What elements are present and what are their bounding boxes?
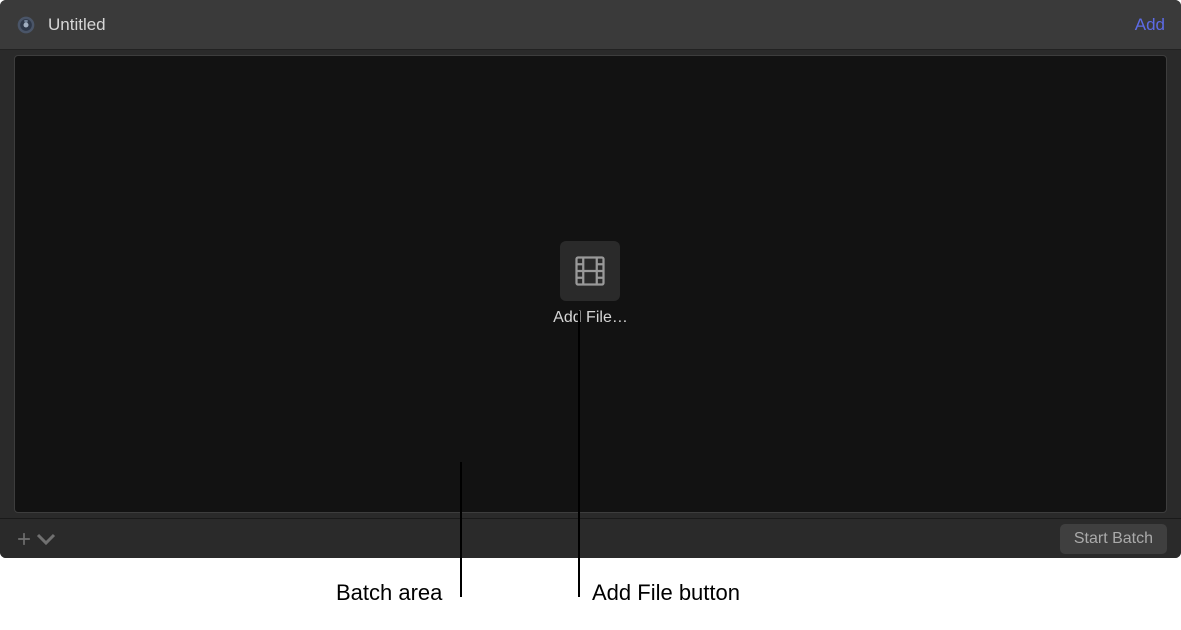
plus-icon: [14, 529, 34, 549]
add-file-button[interactable]: Add File…: [553, 241, 628, 327]
compressor-window: Untitled Add Add File…: [0, 0, 1181, 558]
app-icon: [16, 15, 36, 35]
callout-label-batch-area: Batch area: [336, 580, 442, 606]
film-icon: [560, 241, 620, 301]
window-footer: Start Batch: [0, 518, 1181, 558]
callout-label-add-file: Add File button: [592, 580, 740, 606]
add-button[interactable]: Add: [1135, 15, 1165, 35]
add-menu-button[interactable]: [14, 529, 56, 549]
chevron-down-icon: [36, 529, 56, 549]
add-file-label: Add File…: [553, 309, 628, 327]
window-header: Untitled Add: [0, 0, 1181, 50]
document-title: Untitled: [48, 15, 1135, 35]
batch-area[interactable]: Add File…: [14, 55, 1167, 513]
start-batch-button[interactable]: Start Batch: [1060, 524, 1167, 554]
